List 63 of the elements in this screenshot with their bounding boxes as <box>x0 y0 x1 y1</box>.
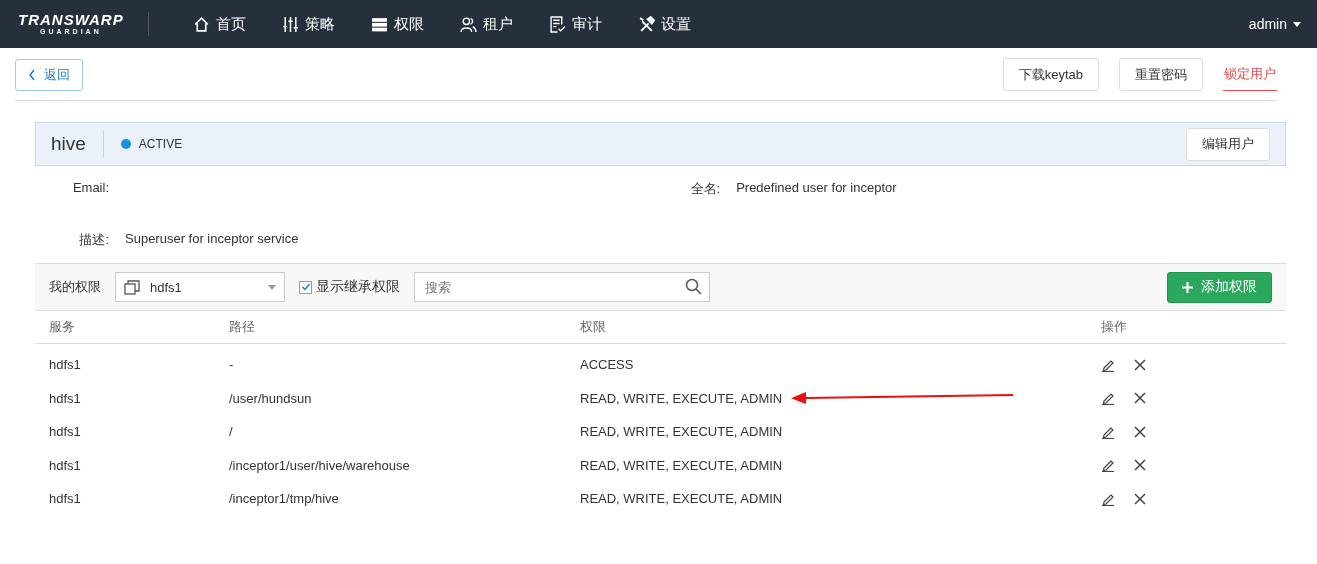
table-cell-text: /inceptor1/tmp/hive <box>228 490 340 509</box>
table-cell: hdfs1 <box>35 343 215 382</box>
table-cell: READ, WRITE, EXECUTE, ADMIN <box>580 390 783 406</box>
table-cell-text: hdfs1 <box>48 456 82 475</box>
home-icon <box>192 15 210 33</box>
toolbar-button[interactable]: 下载keytab <box>1002 58 1099 91</box>
plus-icon <box>1182 281 1193 293</box>
edit-icon[interactable] <box>1101 458 1115 473</box>
table-cell-text: hdfs1 <box>48 423 82 442</box>
server-icon <box>370 15 388 33</box>
close-icon[interactable] <box>1133 491 1147 506</box>
table-cell: - <box>215 343 566 382</box>
edit-user-button[interactable]: 编辑用户 <box>1186 127 1270 161</box>
caret-icon <box>1293 21 1301 27</box>
nav-item[interactable]: 租户 <box>441 0 531 48</box>
table-cell-text: /inceptor1/user/hive/warehouse <box>228 456 411 475</box>
filter-label: 我的权限 <box>49 278 101 296</box>
service-select[interactable]: hdfs1 <box>115 272 285 302</box>
close-icon[interactable] <box>1133 458 1147 473</box>
nav-item[interactable]: 首页 <box>174 0 264 48</box>
tools-icon <box>637 15 655 33</box>
field-label: 描述: <box>78 231 109 249</box>
back-button[interactable]: 返回 <box>15 58 83 91</box>
inherit-checkbox[interactable]: 显示继承权限 <box>299 278 400 296</box>
document-check-icon <box>548 15 566 33</box>
column-header: 操作 <box>1087 311 1286 344</box>
users-icon <box>459 15 477 33</box>
user-name: hive <box>51 131 104 157</box>
sliders-icon <box>281 15 299 33</box>
table-cell-text: /user/hundsun <box>228 389 313 408</box>
table-cell-text: / <box>228 423 234 442</box>
check-icon <box>300 282 311 292</box>
column-header: 路径 <box>215 311 566 344</box>
chevron-left-icon <box>28 68 36 81</box>
column-header: 权限 <box>566 311 1087 344</box>
table-cell: READ, WRITE, EXECUTE, ADMIN <box>580 491 783 507</box>
copy-icon <box>124 279 140 295</box>
lock-user-link[interactable]: 锁定用户 <box>1223 58 1277 91</box>
edit-icon[interactable] <box>1101 391 1115 406</box>
table-cell: READ, WRITE, EXECUTE, ADMIN <box>580 424 783 440</box>
field-label: 全名: <box>690 180 721 198</box>
status-dot <box>120 139 131 149</box>
nav-item[interactable]: 设置 <box>619 0 709 48</box>
nav-item[interactable]: 审计 <box>530 0 620 48</box>
table-cell-text: hdfs1 <box>48 490 82 509</box>
column-header: 服务 <box>35 311 215 344</box>
close-icon[interactable] <box>1133 391 1147 406</box>
search-field[interactable]: 搜索 <box>414 272 710 302</box>
table-cell: ACCESS <box>580 357 634 373</box>
status-text: ACTIVE <box>138 137 183 151</box>
user-menu[interactable]: admin <box>1248 16 1301 32</box>
toolbar-button[interactable]: 重置密码 <box>1119 58 1203 91</box>
table-cell: READ, WRITE, EXECUTE, ADMIN <box>580 457 783 473</box>
nav-item[interactable]: 权限 <box>352 0 442 48</box>
close-icon[interactable] <box>1133 357 1147 372</box>
search-icon <box>685 278 702 295</box>
table-cell-text: hdfs1 <box>48 389 82 408</box>
nav-item[interactable]: 策略 <box>263 0 353 48</box>
close-icon[interactable] <box>1133 424 1147 439</box>
field-label: Email: <box>71 180 109 197</box>
field-value: Superuser for inceptor service <box>125 231 299 248</box>
logo-title: TRANSWARP <box>18 12 124 27</box>
field-value: Predefined user for inceptor <box>736 180 897 197</box>
